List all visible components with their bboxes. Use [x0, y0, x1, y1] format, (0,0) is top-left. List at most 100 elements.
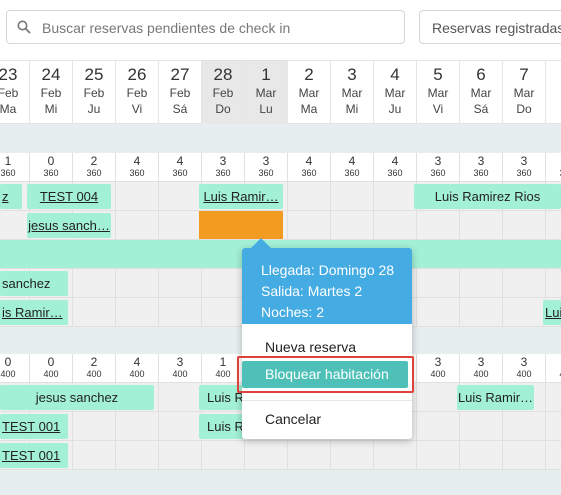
- calendar-cell[interactable]: [546, 441, 561, 469]
- calendar-cell[interactable]: [417, 269, 460, 297]
- room-price: 360: [430, 168, 446, 178]
- calendar-cell[interactable]: [116, 269, 159, 297]
- calendar-cell[interactable]: [159, 412, 202, 440]
- calendar-cell[interactable]: [116, 211, 159, 239]
- calendar-cell[interactable]: [503, 298, 546, 326]
- cancel-button[interactable]: Cancelar: [265, 411, 321, 427]
- reservation-bar[interactable]: Luis R: [199, 414, 245, 439]
- reservation-bar[interactable]: Luis Ramir…: [457, 385, 534, 410]
- calendar-cell[interactable]: [116, 412, 159, 440]
- calendar-cell[interactable]: [202, 441, 245, 469]
- calendar-cell[interactable]: [288, 211, 331, 239]
- calendar-cell[interactable]: [460, 441, 503, 469]
- calendar-cell[interactable]: [417, 383, 460, 411]
- reservation-bar[interactable]: TEST 001: [0, 443, 68, 468]
- date-column[interactable]: 24 Feb Mi: [30, 61, 73, 124]
- calendar-cell[interactable]: [116, 182, 159, 210]
- calendar-cell[interactable]: [159, 383, 202, 411]
- calendar-cell[interactable]: [288, 182, 331, 210]
- date-day: Vi: [131, 102, 143, 116]
- calendar-cell[interactable]: [417, 412, 460, 440]
- calendar-cell[interactable]: [116, 298, 159, 326]
- calendar-cell[interactable]: [460, 412, 503, 440]
- date-column[interactable]: 27 Feb Sá: [159, 61, 202, 124]
- calendar-cell[interactable]: [159, 298, 202, 326]
- date-mon: Feb: [40, 86, 62, 100]
- availability-cell: 3360: [417, 153, 460, 181]
- calendar-cell[interactable]: [503, 269, 546, 297]
- calendar-cell[interactable]: [159, 269, 202, 297]
- calendar-cell[interactable]: [374, 441, 417, 469]
- room-price: 400: [546, 369, 561, 380]
- calendar-cell[interactable]: [331, 182, 374, 210]
- reservation-bar[interactable]: jesus sanchez: [0, 385, 154, 410]
- calendar-cell[interactable]: [73, 441, 116, 469]
- calendar-cell[interactable]: [503, 441, 546, 469]
- calendar-cell[interactable]: [159, 441, 202, 469]
- available-rooms-count: 4: [348, 154, 356, 168]
- date-column[interactable]: 6 Mar Sá: [460, 61, 503, 124]
- calendar-cell[interactable]: [202, 269, 245, 297]
- calendar-cell[interactable]: [546, 383, 561, 411]
- reservation-bar[interactable]: z: [0, 184, 22, 209]
- calendar-cell[interactable]: [288, 441, 331, 469]
- reservation-bar[interactable]: TEST 001: [0, 414, 68, 439]
- date-column[interactable]: M: [546, 61, 561, 124]
- date-column[interactable]: 3 Mar Mi: [331, 61, 374, 124]
- calendar-cell[interactable]: [159, 182, 202, 210]
- registered-reservations-select[interactable]: Reservas registradas: [419, 10, 561, 44]
- date-column[interactable]: 5 Mar Vi: [417, 61, 460, 124]
- calendar-cell[interactable]: [546, 269, 561, 297]
- calendar-cell[interactable]: [546, 412, 561, 440]
- calendar-cell[interactable]: [546, 211, 561, 239]
- reservation-bar[interactable]: jesus sanch…: [27, 213, 111, 238]
- calendar-cell[interactable]: [417, 211, 460, 239]
- calendar-cell[interactable]: [159, 211, 202, 239]
- calendar-cell[interactable]: [331, 211, 374, 239]
- reservation-bar[interactable]: Luis Ramir…: [199, 184, 283, 209]
- date-column[interactable]: 28 Feb Do: [202, 61, 245, 124]
- calendar-cell[interactable]: [73, 412, 116, 440]
- date-mon: Mar: [255, 86, 277, 100]
- date-day: Mi: [345, 102, 359, 116]
- calendar-cell[interactable]: [374, 182, 417, 210]
- calendar-cell[interactable]: [460, 298, 503, 326]
- reservation-bar[interactable]: is Ramir…: [0, 300, 68, 325]
- calendar-cell[interactable]: [417, 298, 460, 326]
- calendar-cell[interactable]: [460, 211, 503, 239]
- room-price: 360: [172, 168, 188, 178]
- calendar-cell[interactable]: [245, 441, 288, 469]
- calendar-cell[interactable]: [73, 298, 116, 326]
- available-rooms-count: 3: [546, 355, 561, 369]
- calendar-cell[interactable]: [116, 441, 159, 469]
- calendar-cell[interactable]: [0, 211, 30, 239]
- date-column[interactable]: 26 Feb Vi: [116, 61, 159, 124]
- room-price: 360: [344, 168, 360, 178]
- date-column[interactable]: 7 Mar Do: [503, 61, 546, 124]
- selected-dates-block[interactable]: [199, 211, 283, 239]
- calendar-cell[interactable]: [503, 211, 546, 239]
- calendar-cell[interactable]: [374, 211, 417, 239]
- date-column[interactable]: 25 Feb Ju: [73, 61, 116, 124]
- section-separator: [0, 470, 561, 495]
- reservation-bar[interactable]: sanchez: [0, 271, 68, 296]
- date-header: 23 Feb Ma 24 Feb Mi 25 Feb Ju 26 Feb Vi 27 Feb Sá 28 Feb…: [0, 60, 561, 124]
- calendar-cell[interactable]: [417, 441, 460, 469]
- date-column[interactable]: 4 Mar Ju: [374, 61, 417, 124]
- available-rooms-count: 3: [520, 154, 528, 168]
- date-column[interactable]: 23 Feb Ma: [0, 61, 30, 124]
- date-num: 2: [304, 65, 314, 84]
- available-rooms-count: 3: [477, 355, 485, 369]
- calendar-cell[interactable]: [460, 269, 503, 297]
- reservation-bar[interactable]: Lui: [543, 300, 561, 325]
- reservation-bar[interactable]: TEST 004: [27, 184, 111, 209]
- new-reservation-button[interactable]: Nueva reserva: [265, 339, 356, 355]
- calendar-cell[interactable]: [331, 441, 374, 469]
- reservation-bar[interactable]: Luis Ramirez Rios: [414, 184, 561, 209]
- calendar-cell[interactable]: [73, 269, 116, 297]
- calendar-cell[interactable]: [503, 412, 546, 440]
- date-column[interactable]: 1 Mar Lu: [245, 61, 288, 124]
- calendar-cell[interactable]: [202, 298, 245, 326]
- date-column[interactable]: 2 Mar Ma: [288, 61, 331, 124]
- search-input[interactable]: Buscar reservas pendientes de check in: [6, 10, 405, 44]
